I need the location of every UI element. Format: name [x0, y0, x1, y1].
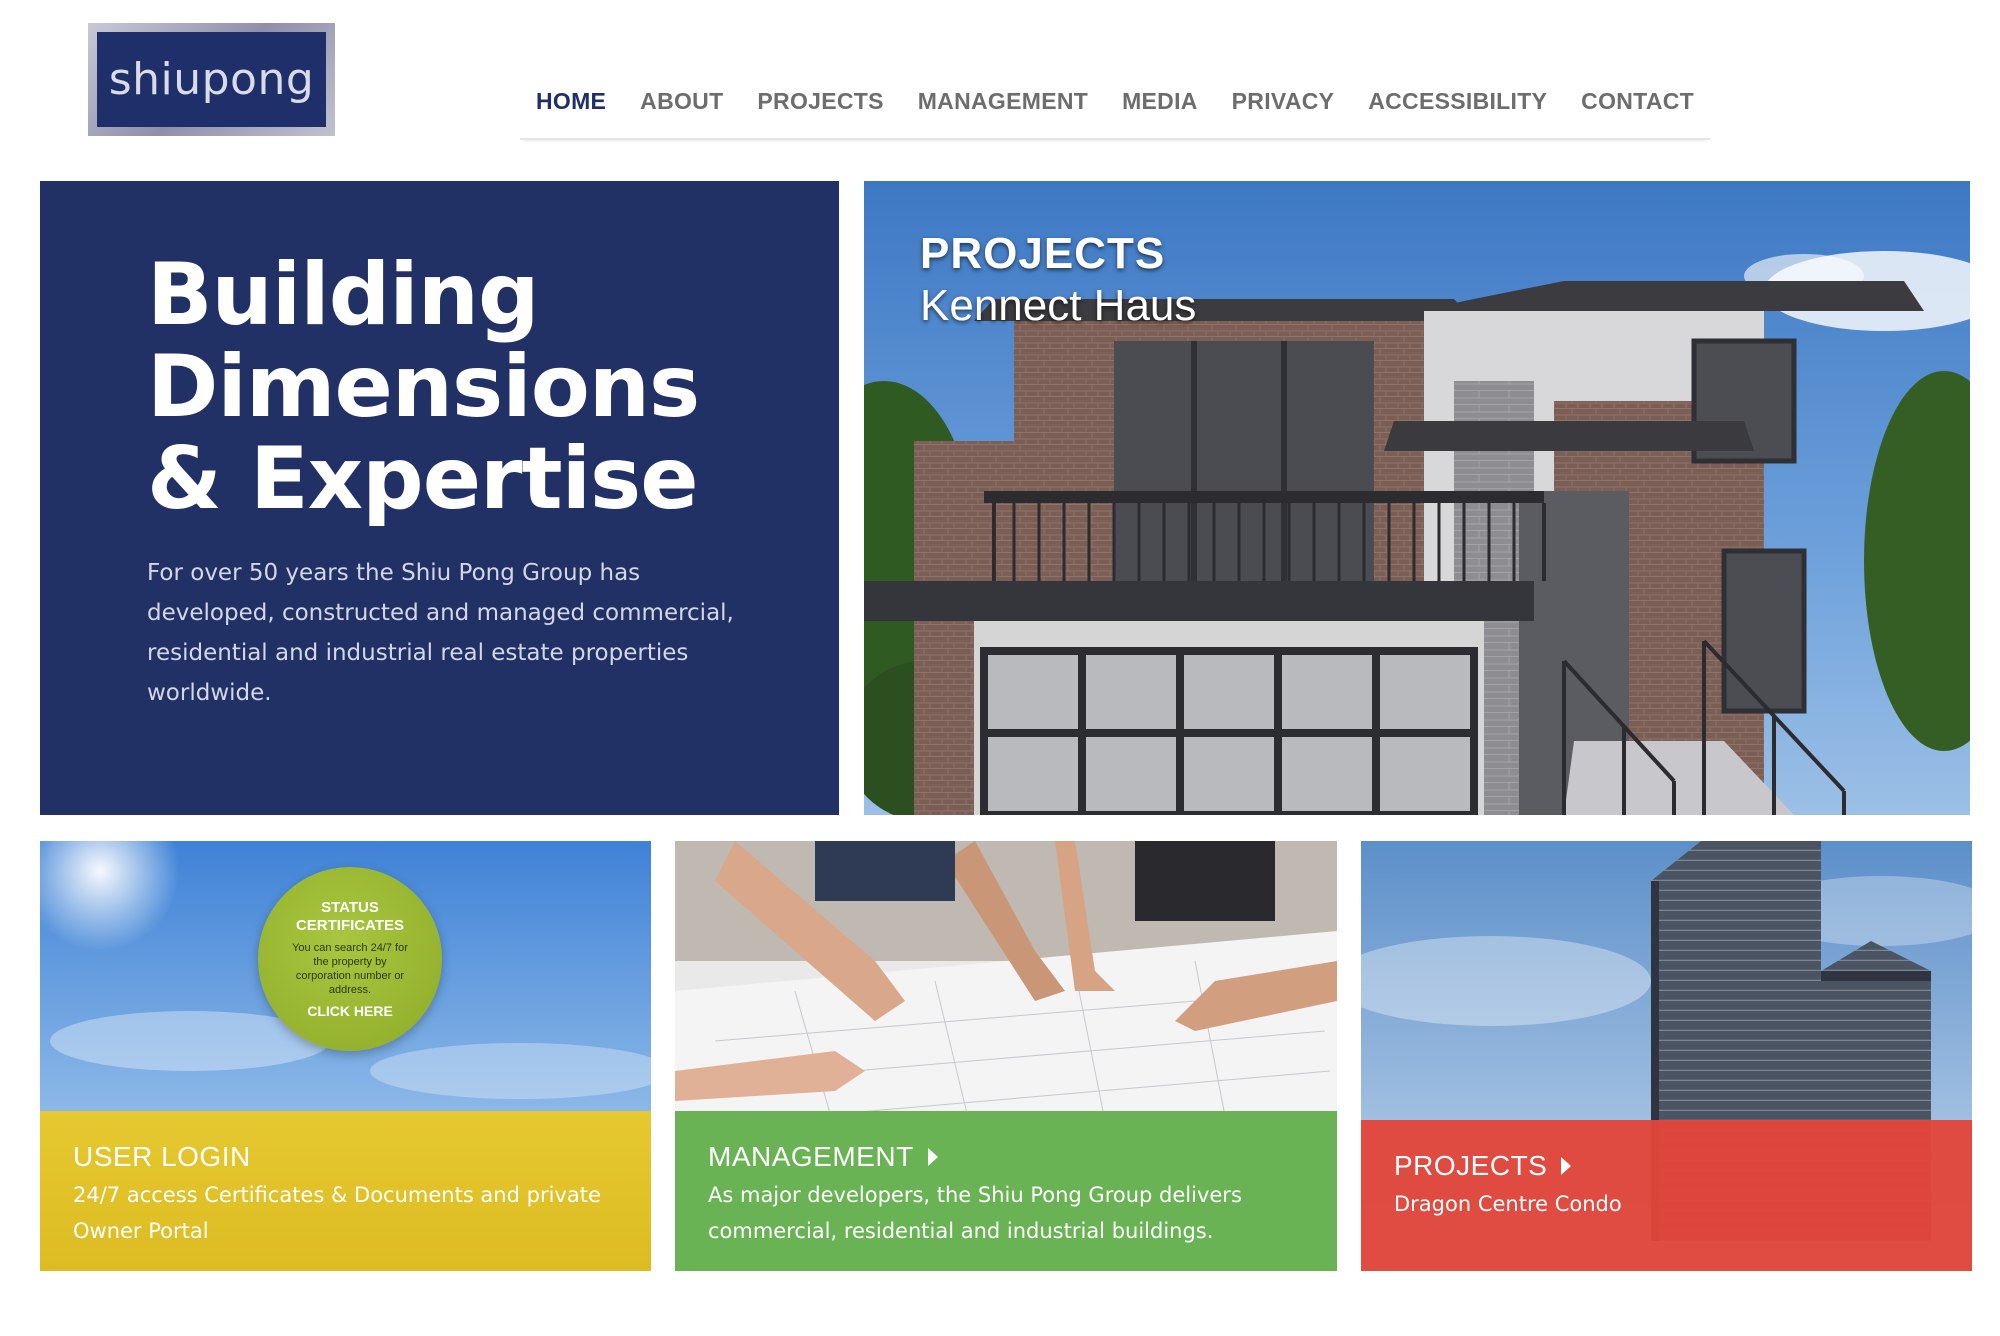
hero-title-line-3: & Expertise	[147, 429, 699, 529]
nav-contact[interactable]: CONTACT	[1581, 88, 1694, 115]
projects-title: PROJECTS	[1394, 1150, 1548, 1181]
hero-title-line-1: Building	[147, 245, 540, 345]
management-text: As major developers, the Shiu Pong Group…	[708, 1183, 1242, 1243]
featured-project-caption: PROJECTS Kennect Haus	[920, 229, 1196, 331]
management-title: MANAGEMENT	[708, 1141, 914, 1172]
nav-media[interactable]: MEDIA	[1122, 88, 1198, 115]
nav-home[interactable]: HOME	[536, 88, 606, 115]
management-panel: MANAGEMENT As major developers, the Shiu…	[675, 1111, 1337, 1271]
hero-title-line-2: Dimensions	[147, 337, 700, 437]
featured-project-name: Kennect Haus	[920, 281, 1197, 330]
projects-card[interactable]: PROJECTS Dragon Centre Condo	[1361, 841, 1972, 1271]
logo-text: shiupong	[97, 32, 326, 127]
management-card[interactable]: MANAGEMENT As major developers, the Shiu…	[675, 841, 1337, 1271]
nav-management[interactable]: MANAGEMENT	[918, 88, 1088, 115]
badge-click-here[interactable]: CLICK HERE	[307, 1003, 393, 1019]
user-login-text: 24/7 access Certificates & Documents and…	[73, 1183, 601, 1243]
logo[interactable]: shiupong	[88, 23, 335, 136]
hero-title: Building Dimensions & Expertise	[147, 249, 839, 525]
user-login-panel: USER LOGIN 24/7 access Certificates & Do…	[40, 1111, 651, 1271]
badge-title: STATUS CERTIFICATES	[295, 899, 405, 934]
projects-text: Dragon Centre Condo	[1394, 1192, 1622, 1216]
nav-privacy[interactable]: PRIVACY	[1232, 88, 1335, 115]
hero-description: For over 50 years the Shiu Pong Group ha…	[147, 560, 734, 706]
status-certificates-badge[interactable]: STATUS CERTIFICATES You can search 24/7 …	[258, 867, 442, 1051]
main-nav: HOME ABOUT PROJECTS MANAGEMENT MEDIA PRI…	[520, 88, 1710, 140]
featured-project-label: PROJECTS	[920, 229, 1166, 278]
badge-text: You can search 24/7 for the property by …	[292, 942, 408, 996]
user-login-card[interactable]: STATUS CERTIFICATES You can search 24/7 …	[40, 841, 651, 1271]
projects-panel: PROJECTS Dragon Centre Condo	[1361, 1120, 1972, 1271]
nav-about[interactable]: ABOUT	[640, 88, 723, 115]
hero-panel: Building Dimensions & Expertise For over…	[40, 181, 839, 815]
arrow-right-icon	[1561, 1157, 1572, 1175]
arrow-right-icon	[927, 1148, 938, 1166]
management-title-row: MANAGEMENT	[708, 1141, 1305, 1173]
nav-projects[interactable]: PROJECTS	[757, 88, 883, 115]
user-login-title: USER LOGIN	[73, 1141, 251, 1172]
projects-title-row: PROJECTS	[1394, 1150, 1940, 1182]
nav-accessibility[interactable]: ACCESSIBILITY	[1368, 88, 1547, 115]
featured-project-banner[interactable]: PROJECTS Kennect Haus	[864, 181, 1970, 815]
